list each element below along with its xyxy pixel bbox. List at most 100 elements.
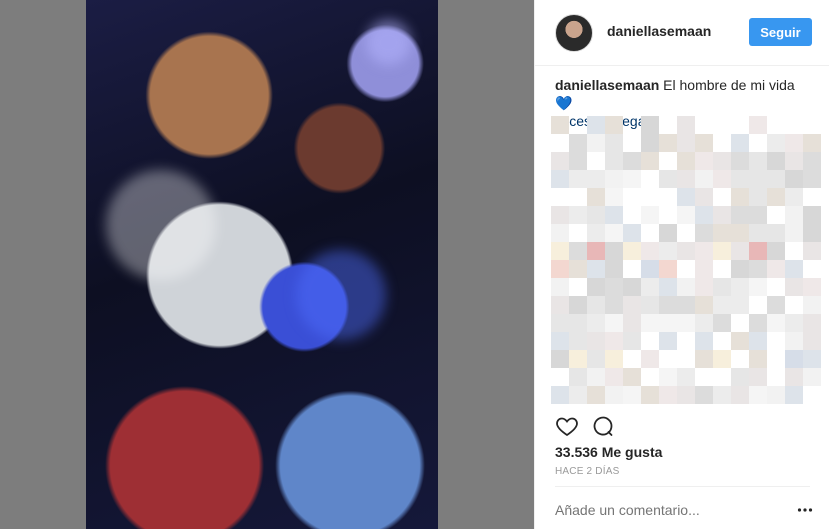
- caption-username[interactable]: daniellasemaan: [555, 77, 659, 93]
- pixel-cell: [767, 152, 785, 170]
- pixel-cell: [623, 386, 641, 404]
- pixel-cell: [659, 314, 677, 332]
- pixel-cell: [749, 188, 767, 206]
- pixel-cell: [569, 152, 587, 170]
- pixel-cell: [731, 206, 749, 224]
- pixel-cell: [551, 152, 569, 170]
- pixel-cell: [587, 116, 605, 134]
- pixel-cell: [551, 170, 569, 188]
- pixel-cell: [695, 134, 713, 152]
- pixel-cell: [641, 350, 659, 368]
- pixel-cell: [731, 296, 749, 314]
- follow-button[interactable]: Seguir: [749, 18, 812, 46]
- pixelated-comments: [551, 116, 816, 416]
- pixel-cell: [785, 170, 803, 188]
- pixel-cell: [569, 386, 587, 404]
- pixel-cell: [731, 188, 749, 206]
- pixel-cell: [749, 152, 767, 170]
- post-photo[interactable]: [86, 0, 438, 529]
- pixel-cell: [713, 296, 731, 314]
- pixel-cell: [749, 170, 767, 188]
- pixel-cell: [785, 134, 803, 152]
- comment-input[interactable]: [555, 498, 775, 522]
- pixel-cell: [623, 296, 641, 314]
- pixel-cell: [659, 242, 677, 260]
- pixel-cell: [749, 386, 767, 404]
- pixel-cell: [677, 116, 695, 134]
- pixel-cell: [785, 332, 803, 350]
- pixel-cell: [803, 332, 821, 350]
- pixel-cell: [677, 188, 695, 206]
- pixel-cell: [731, 260, 749, 278]
- pixel-cell: [767, 296, 785, 314]
- pixel-cell: [587, 206, 605, 224]
- pixel-cell: [605, 350, 623, 368]
- pixel-cell: [695, 188, 713, 206]
- pixel-cell: [605, 260, 623, 278]
- username-link[interactable]: daniellasemaan: [607, 23, 711, 39]
- pixel-cell: [713, 224, 731, 242]
- pixel-cell: [551, 242, 569, 260]
- avatar[interactable]: [555, 14, 593, 52]
- pixel-cell: [785, 314, 803, 332]
- pixel-cell: [659, 224, 677, 242]
- comment-icon[interactable]: [591, 414, 615, 438]
- pixel-cell: [767, 170, 785, 188]
- pixel-cell: [695, 206, 713, 224]
- pixel-cell: [659, 134, 677, 152]
- pixel-cell: [569, 134, 587, 152]
- pixel-cell: [749, 314, 767, 332]
- pixel-cell: [767, 188, 785, 206]
- pixel-cell: [695, 332, 713, 350]
- pixel-cell: [551, 314, 569, 332]
- pixel-cell: [731, 134, 749, 152]
- pixel-cell: [731, 152, 749, 170]
- pixel-cell: [695, 278, 713, 296]
- pixel-cell: [641, 296, 659, 314]
- pixel-cell: [677, 134, 695, 152]
- heart-icon[interactable]: [555, 414, 579, 438]
- pixel-cell: [659, 386, 677, 404]
- pixel-cell: [677, 296, 695, 314]
- pixel-cell: [605, 278, 623, 296]
- pixel-cell: [659, 278, 677, 296]
- pixel-cell: [623, 278, 641, 296]
- pixel-cell: [551, 350, 569, 368]
- photo-glow-blue: [296, 250, 386, 340]
- pixel-cell: [605, 314, 623, 332]
- pixel-cell: [623, 170, 641, 188]
- post-header: daniellasemaan Seguir: [535, 0, 829, 66]
- post-timestamp: HACE 2 DÍAS: [555, 466, 619, 477]
- like-count[interactable]: 33.536 Me gusta: [555, 444, 662, 460]
- pixel-cell: [605, 332, 623, 350]
- pixel-cell: [587, 242, 605, 260]
- pixel-cell: [605, 170, 623, 188]
- pixel-cell: [713, 152, 731, 170]
- pixel-cell: [605, 368, 623, 386]
- pixel-cell: [605, 386, 623, 404]
- pixel-cell: [803, 368, 821, 386]
- pixel-cell: [551, 296, 569, 314]
- pixel-cell: [551, 278, 569, 296]
- pixel-cell: [767, 224, 785, 242]
- pixel-cell: [587, 386, 605, 404]
- pixel-cell: [677, 368, 695, 386]
- pixel-cell: [731, 386, 749, 404]
- pixel-cell: [749, 242, 767, 260]
- pixel-cell: [731, 224, 749, 242]
- pixel-cell: [731, 242, 749, 260]
- pixel-cell: [641, 206, 659, 224]
- pixel-cell: [713, 170, 731, 188]
- pixel-cell: [551, 206, 569, 224]
- pixel-cell: [677, 170, 695, 188]
- pixel-cell: [605, 188, 623, 206]
- pixel-cell: [623, 332, 641, 350]
- pixel-cell: [587, 314, 605, 332]
- pixel-cell: [731, 368, 749, 386]
- pixel-cell: [695, 314, 713, 332]
- pixel-cell: [677, 386, 695, 404]
- pixel-cell: [623, 224, 641, 242]
- more-options-icon[interactable]: [797, 502, 813, 518]
- pixel-cell: [767, 134, 785, 152]
- pixel-cell: [587, 224, 605, 242]
